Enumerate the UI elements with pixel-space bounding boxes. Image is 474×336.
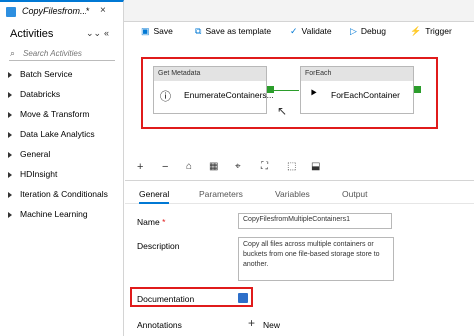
pipeline-tab[interactable]: CopyFilesfrom... * × bbox=[0, 0, 124, 22]
save-icon: ▣ bbox=[141, 26, 150, 36]
category-batch-service[interactable]: Batch Service bbox=[8, 69, 72, 83]
double-chevron-down-icon[interactable]: ⌄⌄ bbox=[86, 28, 101, 39]
plus-icon[interactable]: + bbox=[137, 161, 143, 173]
tab-variables[interactable]: Variables bbox=[275, 189, 310, 199]
caret-right-icon bbox=[8, 151, 12, 158]
trigger-button[interactable]: ⚡ Trigger bbox=[410, 26, 452, 37]
description-field[interactable]: Copy all files across multiple container… bbox=[238, 237, 394, 281]
caret-right-icon bbox=[8, 171, 12, 178]
tab-parameters[interactable]: Parameters bbox=[199, 189, 243, 199]
checkmark-icon: ✓ bbox=[290, 26, 298, 36]
activity-foreach[interactable]: ForEach ⯈ ForEachContainer bbox=[300, 66, 414, 114]
double-chevron-left-icon[interactable]: « bbox=[104, 28, 109, 38]
minus-icon[interactable]: − bbox=[162, 161, 168, 173]
name-field[interactable]: CopyFilesfromMultipleContainers1 bbox=[238, 213, 392, 229]
save-as-template-button[interactable]: ⧉ Save as template bbox=[195, 26, 271, 37]
name-label: Name * bbox=[137, 217, 166, 227]
description-label: Description bbox=[137, 241, 180, 251]
layout-icon[interactable]: ⬓ bbox=[311, 161, 320, 172]
output-connector[interactable] bbox=[414, 86, 421, 93]
tab-general[interactable]: General bbox=[139, 189, 170, 204]
category-hdinsight[interactable]: HDInsight bbox=[8, 169, 57, 183]
validate-button[interactable]: ✓ Validate bbox=[290, 26, 332, 37]
template-icon: ⧉ bbox=[195, 26, 202, 36]
caret-right-icon bbox=[8, 191, 12, 198]
caret-right-icon bbox=[8, 71, 12, 78]
category-iteration-conditionals[interactable]: Iteration & Conditionals bbox=[8, 189, 108, 203]
category-data-lake-analytics[interactable]: Data Lake Analytics bbox=[8, 129, 95, 143]
sidebar-title: Activities bbox=[10, 28, 54, 40]
activity-name: EnumerateContainers... bbox=[184, 90, 274, 100]
documentation-label: Documentation bbox=[137, 294, 195, 304]
annotations-label: Annotations bbox=[137, 320, 182, 330]
lightning-icon: ⚡ bbox=[410, 26, 422, 36]
select-icon[interactable]: ⬚ bbox=[287, 161, 296, 172]
caret-right-icon bbox=[8, 211, 12, 218]
debug-button[interactable]: ▷ Debug bbox=[350, 26, 386, 37]
info-icon: ⓘ bbox=[160, 91, 171, 103]
search-input[interactable] bbox=[23, 47, 113, 60]
activity-get-metadata[interactable]: Get Metadata ⓘ EnumerateContainers... bbox=[153, 66, 274, 114]
activity-name: ForEachContainer bbox=[331, 90, 400, 100]
properties-tabs: General Parameters Variables Output bbox=[125, 180, 474, 204]
canvas-tools: + − ⌂ ▦ ⌖ ⛶ ⬚ ⬓ bbox=[125, 158, 474, 180]
pipeline-canvas[interactable]: Get Metadata ⓘ EnumerateContainers... Fo… bbox=[125, 42, 474, 154]
required-marker: * bbox=[162, 217, 166, 227]
fit-screen-icon[interactable]: ⛶ bbox=[261, 161, 268, 172]
play-icon: ▷ bbox=[350, 26, 357, 36]
caret-right-icon bbox=[8, 111, 12, 118]
activity-type-label: Get Metadata bbox=[154, 67, 266, 81]
activities-sidebar: Activities ⌄⌄ « ⌕ Batch Service Databric… bbox=[0, 22, 124, 336]
plus-icon[interactable]: + bbox=[248, 316, 255, 330]
caret-right-icon bbox=[8, 91, 12, 98]
zoom-fit-icon[interactable]: ⌖ bbox=[235, 161, 241, 172]
tab-output[interactable]: Output bbox=[342, 189, 368, 199]
output-connector[interactable] bbox=[267, 86, 274, 93]
close-icon[interactable]: × bbox=[100, 5, 106, 16]
grid-icon[interactable]: ▦ bbox=[209, 161, 218, 172]
mouse-cursor-icon: ↖ bbox=[277, 104, 288, 118]
caret-right-icon bbox=[8, 131, 12, 138]
success-connector-line bbox=[274, 90, 299, 91]
pipeline-toolbar: ▣ Save ⧉ Save as template ✓ Validate ▷ Debug… bbox=[125, 22, 474, 42]
activity-type-label: ForEach bbox=[301, 67, 413, 81]
category-machine-learning[interactable]: Machine Learning bbox=[8, 209, 88, 223]
documentation-icon[interactable] bbox=[238, 293, 248, 303]
search-icon: ⌕ bbox=[10, 48, 16, 58]
save-button[interactable]: ▣ Save bbox=[141, 26, 173, 37]
pipeline-icon bbox=[6, 7, 16, 17]
activities-search: ⌕ bbox=[9, 47, 115, 61]
document-tab-bar: CopyFilesfrom... * × bbox=[0, 0, 474, 22]
unsaved-indicator: * bbox=[86, 6, 90, 16]
category-databricks[interactable]: Databricks bbox=[8, 89, 60, 103]
category-move-transform[interactable]: Move & Transform bbox=[8, 109, 89, 123]
foreach-icon: ⯈ bbox=[309, 88, 318, 100]
pipeline-tab-title: CopyFilesfrom... bbox=[22, 6, 86, 16]
new-annotation-button[interactable]: New bbox=[263, 320, 280, 330]
category-general[interactable]: General bbox=[8, 149, 50, 163]
lock-icon[interactable]: ⌂ bbox=[186, 161, 192, 172]
